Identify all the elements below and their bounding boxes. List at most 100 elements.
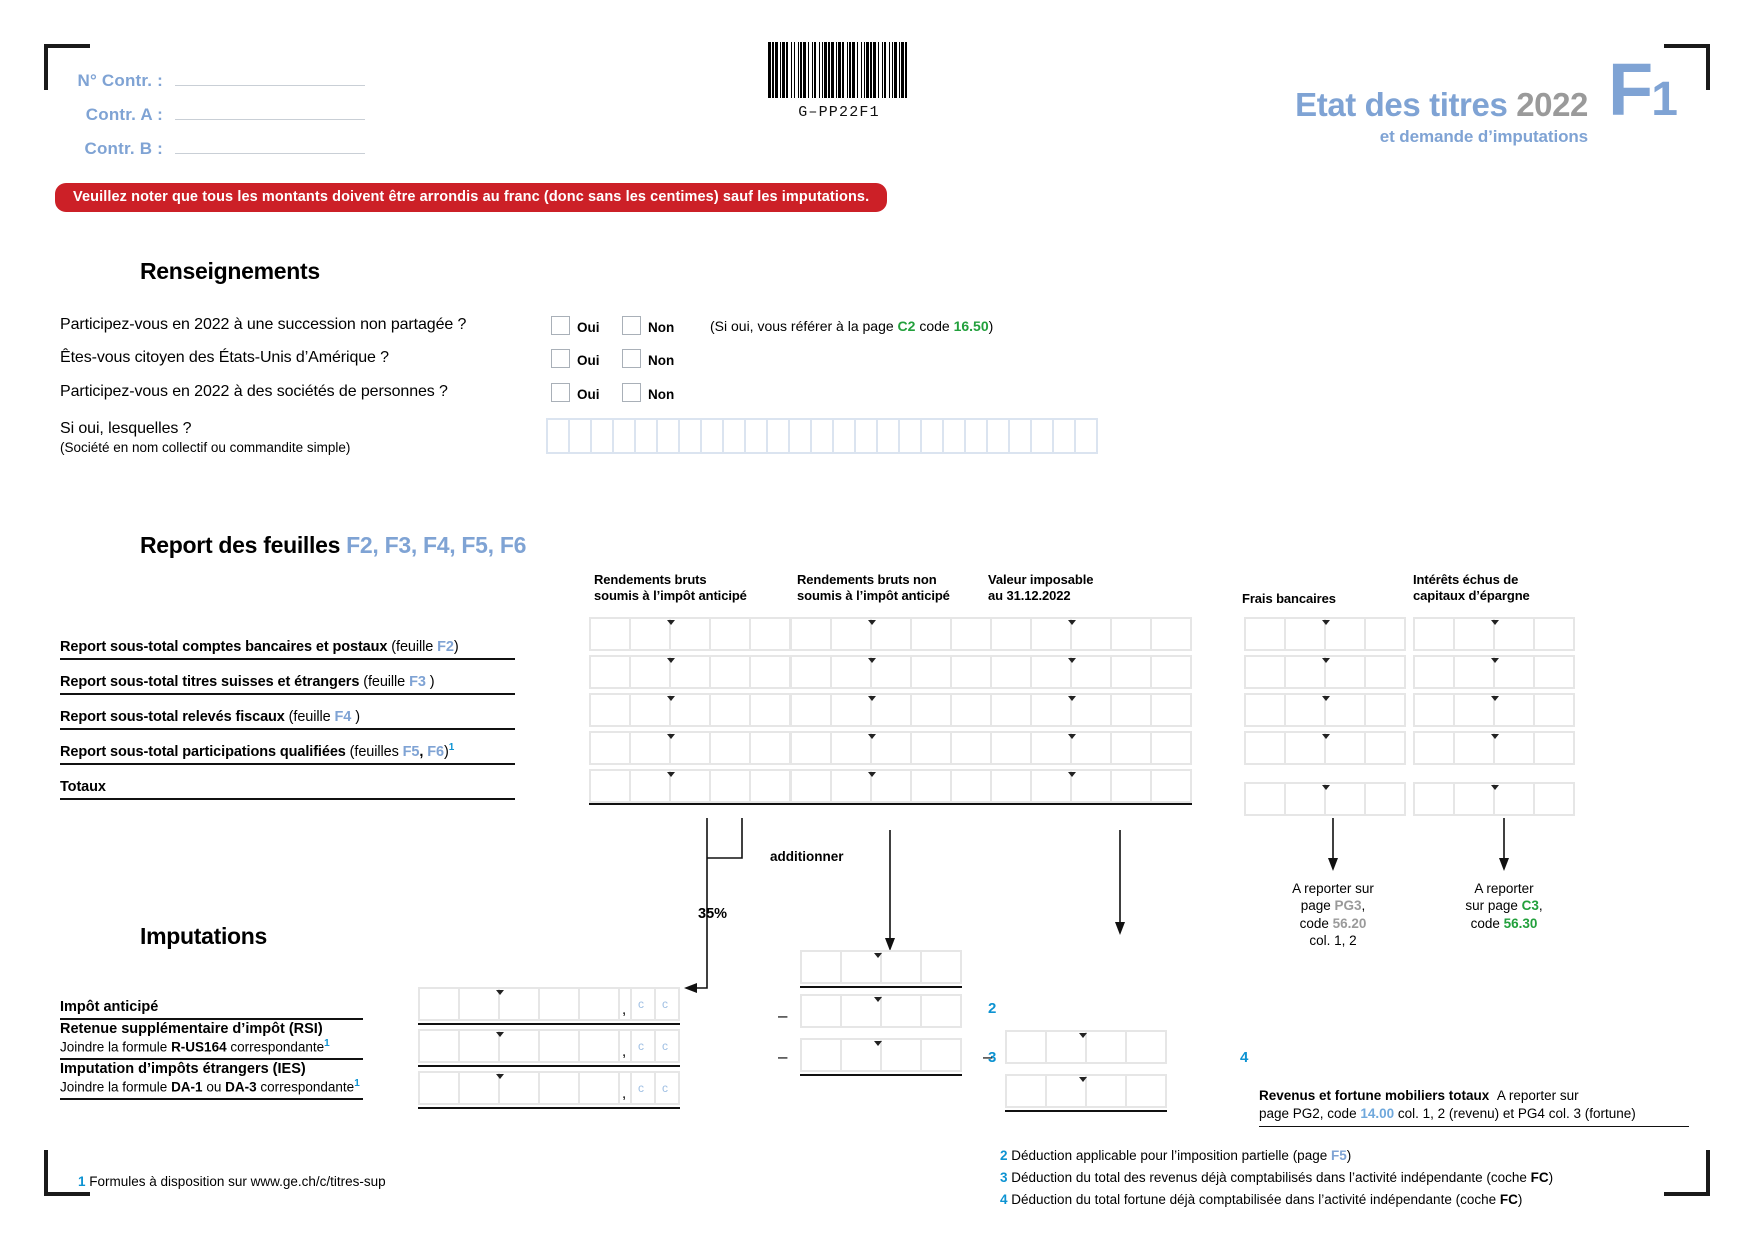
form-cell[interactable] (792, 619, 830, 649)
form-cell[interactable] (1032, 695, 1070, 725)
form-cell[interactable] (711, 733, 749, 763)
form-cell[interactable] (882, 952, 920, 982)
form-cell[interactable] (1072, 733, 1110, 763)
form-cell[interactable] (912, 619, 950, 649)
form-cell[interactable] (1286, 784, 1324, 814)
checkbox-icon[interactable] (622, 316, 641, 335)
form-cell[interactable] (802, 996, 840, 1026)
form-cell[interactable] (591, 657, 629, 687)
form-cell[interactable] (711, 695, 749, 725)
form-cell[interactable] (1326, 619, 1364, 649)
form-cell[interactable] (882, 1040, 920, 1070)
form-cell[interactable] (1246, 733, 1284, 763)
checkbox-icon[interactable] (551, 316, 570, 335)
form-cell[interactable] (1326, 695, 1364, 725)
form-cell[interactable] (591, 771, 629, 801)
contributor-input-b[interactable] (175, 136, 365, 154)
form-cell[interactable] (792, 733, 830, 763)
form-cell[interactable] (671, 695, 709, 725)
form-cell[interactable] (1246, 784, 1284, 814)
form-cell[interactable] (751, 733, 789, 763)
form-cell[interactable] (952, 619, 990, 649)
form-cell[interactable] (832, 619, 870, 649)
form-cell[interactable] (1366, 695, 1404, 725)
checkbox-icon[interactable] (622, 383, 641, 402)
form-cell[interactable] (792, 695, 830, 725)
form-cell[interactable] (1072, 771, 1110, 801)
form-cell[interactable] (792, 771, 830, 801)
form-cell[interactable] (671, 657, 709, 687)
form-cell[interactable] (1087, 1032, 1125, 1062)
form-cell[interactable] (802, 952, 840, 982)
form-cell[interactable] (1366, 657, 1404, 687)
form-cell[interactable] (1455, 619, 1493, 649)
form-cell[interactable] (751, 771, 789, 801)
form-cell[interactable] (1152, 657, 1190, 687)
form-cell[interactable] (832, 733, 870, 763)
cents-cell[interactable]: c (656, 1031, 678, 1061)
form-cell[interactable] (1535, 733, 1573, 763)
form-cell[interactable] (1246, 695, 1284, 725)
cents-cell[interactable]: c (656, 989, 678, 1019)
form-cell[interactable] (922, 996, 960, 1026)
form-cell[interactable] (1032, 771, 1070, 801)
form-cell[interactable] (1087, 1076, 1125, 1106)
form-cell[interactable] (500, 989, 538, 1019)
form-cell[interactable] (992, 771, 1030, 801)
form-cell[interactable] (1326, 733, 1364, 763)
form-cell[interactable] (872, 733, 910, 763)
form-cell[interactable] (1007, 1076, 1045, 1106)
form-cell[interactable] (420, 989, 458, 1019)
form-cell[interactable] (992, 733, 1030, 763)
form-cell[interactable] (580, 1031, 618, 1061)
question-3-yes[interactable]: Oui (551, 383, 600, 404)
form-cell[interactable] (631, 733, 669, 763)
form-cell[interactable] (882, 996, 920, 1026)
grid-gross-taxed[interactable] (589, 617, 791, 805)
form-cell[interactable] (751, 695, 789, 725)
form-cell[interactable] (912, 695, 950, 725)
form-cell[interactable] (1366, 619, 1404, 649)
form-cell[interactable] (460, 1073, 498, 1103)
form-cell[interactable] (631, 619, 669, 649)
form-cell[interactable] (832, 771, 870, 801)
form-cell[interactable] (460, 1031, 498, 1061)
grid-bank-fees[interactable] (1244, 617, 1406, 816)
form-cell[interactable] (460, 989, 498, 1019)
form-cell[interactable] (540, 989, 578, 1019)
form-cell[interactable] (500, 1073, 538, 1103)
form-cell[interactable] (992, 695, 1030, 725)
cents-cell[interactable]: c (656, 1073, 678, 1103)
form-cell[interactable] (1286, 657, 1324, 687)
form-cell[interactable] (952, 695, 990, 725)
form-cell[interactable] (1415, 733, 1453, 763)
grid-accrued-interest[interactable] (1413, 617, 1575, 816)
form-cell[interactable] (1455, 695, 1493, 725)
form-cell[interactable] (1495, 657, 1533, 687)
form-cell[interactable] (952, 771, 990, 801)
form-cell[interactable] (992, 619, 1030, 649)
form-cell[interactable] (1415, 784, 1453, 814)
form-cell[interactable] (1127, 1076, 1165, 1106)
form-cell[interactable] (922, 1040, 960, 1070)
form-cell[interactable] (751, 619, 789, 649)
contributor-input-a[interactable] (175, 102, 365, 120)
form-cell[interactable] (1152, 733, 1190, 763)
form-cell[interactable] (1152, 695, 1190, 725)
form-cell[interactable] (1415, 657, 1453, 687)
question-2-no[interactable]: Non (622, 349, 674, 370)
form-cell[interactable] (1495, 784, 1533, 814)
checkbox-icon[interactable] (551, 383, 570, 402)
deduction-grid-income[interactable] (800, 950, 962, 1076)
form-cell[interactable] (1127, 1032, 1165, 1062)
form-cell[interactable] (631, 771, 669, 801)
form-cell[interactable] (500, 1031, 538, 1061)
which-companies-input[interactable] (546, 418, 1098, 454)
form-cell[interactable] (1246, 619, 1284, 649)
form-cell[interactable] (711, 657, 749, 687)
form-cell[interactable] (580, 989, 618, 1019)
grid-gross-untaxed[interactable] (790, 617, 992, 805)
form-cell[interactable] (1112, 657, 1150, 687)
form-cell[interactable] (1152, 771, 1190, 801)
form-cell[interactable] (1326, 784, 1364, 814)
